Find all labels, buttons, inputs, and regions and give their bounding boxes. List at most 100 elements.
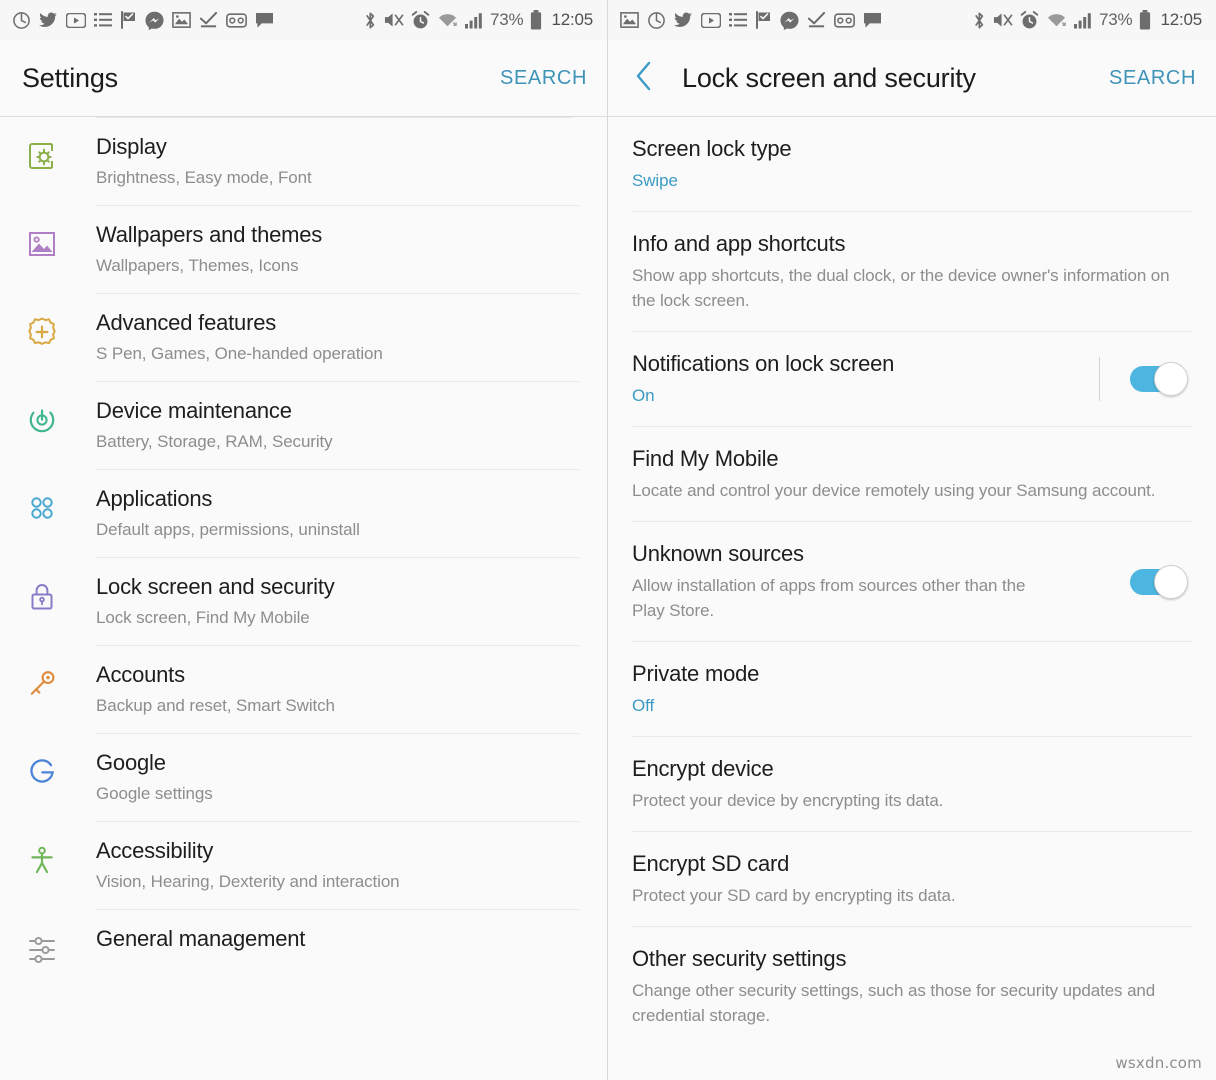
sidebar-item-subtitle: Default apps, permissions, uninstall <box>96 520 360 539</box>
page-title-settings: Settings <box>22 62 118 93</box>
search-button-left[interactable]: SEARCH <box>500 67 587 90</box>
sliders-icon <box>22 910 96 970</box>
sidebar-item-subtitle: Google settings <box>96 784 213 803</box>
sidebar-item-applications[interactable]: Applications Default apps, permissions, … <box>0 470 607 557</box>
list-item-subtitle: Locate and control your device remotely … <box>632 481 1156 500</box>
list-item-label: Screen lock type <box>632 136 792 161</box>
sidebar-item-body: Display Brightness, Easy mode, Font <box>96 118 579 205</box>
system-icons-left: 73% 12:05 <box>364 10 593 30</box>
photo-icon <box>620 12 639 28</box>
sidebar-item-lock-screen-and-security[interactable]: Lock screen and security Lock screen, Fi… <box>0 558 607 645</box>
page-title-lock-security: Lock screen and security <box>682 62 976 93</box>
chat-bubble-icon <box>255 12 274 29</box>
search-button-right[interactable]: SEARCH <box>1109 67 1196 90</box>
list-item-info-and-app-shortcuts[interactable]: Info and app shortcuts Show app shortcut… <box>608 212 1216 331</box>
clock-right: 12:05 <box>1160 10 1202 29</box>
mute-icon <box>993 11 1013 29</box>
power-clock-icon <box>647 11 666 30</box>
list-item-label: Encrypt SD card <box>632 851 790 876</box>
google-icon <box>22 734 96 821</box>
twitter-icon <box>674 11 693 29</box>
sidebar-item-label: Accounts <box>96 662 185 687</box>
accessibility-icon <box>22 822 96 909</box>
signal-icon <box>465 12 483 29</box>
list-item-label: Unknown sources <box>632 541 804 566</box>
system-icons-right: 73% 12:05 <box>973 10 1202 30</box>
sidebar-item-label: Wallpapers and themes <box>96 222 323 247</box>
messenger-icon <box>145 11 164 30</box>
sidebar-item-subtitle: Vision, Hearing, Dexterity and interacti… <box>96 872 400 891</box>
sidebar-item-accounts[interactable]: Accounts Backup and reset, Smart Switch <box>0 646 607 733</box>
sidebar-item-general-management[interactable]: General management <box>0 910 607 970</box>
list-item-body: Encrypt SD card Protect your SD card by … <box>632 832 1188 926</box>
youtube-icon <box>701 12 721 28</box>
list-item-unknown-sources[interactable]: Unknown sources Allow installation of ap… <box>608 522 1216 641</box>
list-item-screen-lock-type[interactable]: Screen lock type Swipe <box>608 117 1216 211</box>
sidebar-item-wallpapers-and-themes[interactable]: Wallpapers and themes Wallpapers, Themes… <box>0 206 607 293</box>
sidebar-item-advanced-features[interactable]: Advanced features S Pen, Games, One-hand… <box>0 294 607 381</box>
list-item-label: Encrypt device <box>632 756 774 781</box>
sidebar-item-display[interactable]: Display Brightness, Easy mode, Font <box>0 118 607 205</box>
toggle-container <box>1099 332 1188 426</box>
back-button[interactable] <box>620 54 668 102</box>
check-underline-icon <box>807 11 826 29</box>
dual-screenshot-container: 73% 12:05 Settings SEARCH Display Bright… <box>0 0 1216 1080</box>
list-item-subtitle: Protect your device by encrypting its da… <box>632 791 944 810</box>
sidebar-item-accessibility[interactable]: Accessibility Vision, Hearing, Dexterity… <box>0 822 607 909</box>
sidebar-item-body: Accessibility Vision, Hearing, Dexterity… <box>96 822 579 909</box>
sidebar-item-body: Applications Default apps, permissions, … <box>96 470 579 557</box>
sidebar-item-body: Advanced features S Pen, Games, One-hand… <box>96 294 579 381</box>
sidebar-item-label: Device maintenance <box>96 398 292 423</box>
security-settings-list: Screen lock type Swipe Info and app shor… <box>608 117 1216 1046</box>
sidebar-item-label: Applications <box>96 486 213 511</box>
list-item-body: Encrypt device Protect your device by en… <box>632 737 1188 831</box>
notifications-toggle[interactable] <box>1130 362 1188 396</box>
messenger-icon <box>780 11 799 30</box>
power-clock-icon <box>12 11 31 30</box>
list-item-label: Notifications on lock screen <box>632 351 895 376</box>
list-item-notifications-on-lock-screen[interactable]: Notifications on lock screen On <box>608 332 1216 426</box>
list-item-body: Info and app shortcuts Show app shortcut… <box>632 212 1188 331</box>
list-item-value: On <box>632 386 655 405</box>
sidebar-item-subtitle: Brightness, Easy mode, Font <box>96 168 312 187</box>
list-item-encrypt-sd-card[interactable]: Encrypt SD card Protect your SD card by … <box>608 832 1216 926</box>
youtube-icon <box>66 12 86 28</box>
sidebar-item-device-maintenance[interactable]: Device maintenance Battery, Storage, RAM… <box>0 382 607 469</box>
list-item-subtitle: Allow installation of apps from sources … <box>632 576 1026 620</box>
display-icon <box>22 118 96 205</box>
sidebar-item-label: Lock screen and security <box>96 574 335 599</box>
wallpaper-icon <box>22 206 96 293</box>
list-item-subtitle: Show app shortcuts, the dual clock, or t… <box>632 266 1170 310</box>
settings-screen: 73% 12:05 Settings SEARCH Display Bright… <box>0 0 608 1080</box>
list-item-find-my-mobile[interactable]: Find My Mobile Locate and control your d… <box>608 427 1216 521</box>
chat-bubble-icon <box>863 12 882 29</box>
sidebar-item-subtitle: S Pen, Games, One-handed operation <box>96 344 383 363</box>
list-item-body: Private mode Off <box>632 642 1188 736</box>
gear-vr-icon <box>226 12 247 28</box>
unknown-sources-toggle[interactable] <box>1130 564 1188 599</box>
alarm-icon <box>1020 10 1039 30</box>
toggle-container <box>1130 522 1188 641</box>
wifi-icon <box>1046 12 1067 29</box>
status-bar-left: 73% 12:05 <box>0 0 607 40</box>
wifi-icon <box>437 12 458 29</box>
flag-check-icon <box>120 11 137 29</box>
lock-screen-security-screen: 73% 12:05 Lock screen and security SEARC… <box>608 0 1216 1080</box>
sidebar-item-label: Display <box>96 134 167 159</box>
signal-icon <box>1074 12 1092 29</box>
list-item-label: Info and app shortcuts <box>632 231 846 256</box>
sidebar-item-google[interactable]: Google Google settings <box>0 734 607 821</box>
list-item-other-security-settings[interactable]: Other security settings Change other sec… <box>608 927 1216 1046</box>
list-item-body: Unknown sources Allow installation of ap… <box>632 522 1188 641</box>
sidebar-item-body: Google Google settings <box>96 734 579 821</box>
maintenance-icon <box>22 382 96 469</box>
battery-percent-left: 73% <box>490 10 524 29</box>
list-item-private-mode[interactable]: Private mode Off <box>608 642 1216 736</box>
key-icon <box>22 646 96 733</box>
notification-icons-left <box>12 11 274 30</box>
sidebar-item-body: Wallpapers and themes Wallpapers, Themes… <box>96 206 579 293</box>
list-item-body: Other security settings Change other sec… <box>632 927 1188 1046</box>
list-item-label: Other security settings <box>632 946 847 971</box>
list-item-encrypt-device[interactable]: Encrypt device Protect your device by en… <box>608 737 1216 831</box>
list-icon <box>94 12 112 28</box>
